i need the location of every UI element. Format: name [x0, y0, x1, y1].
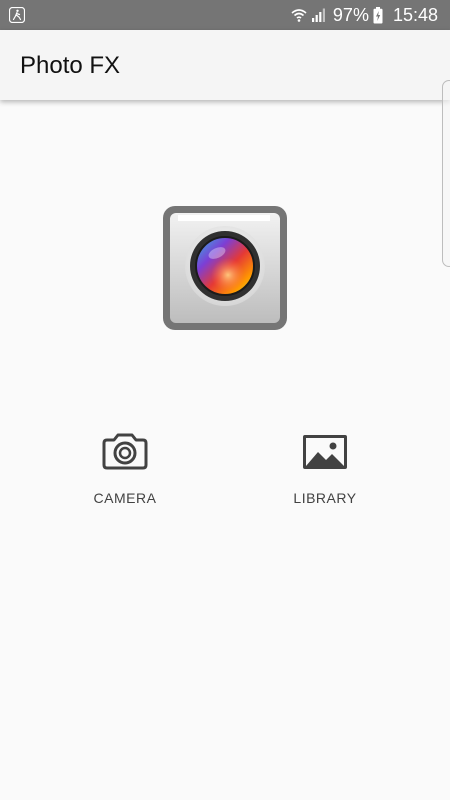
camera-lens-logo-icon — [163, 206, 287, 330]
status-right-cluster: 97% 15:48 — [291, 0, 438, 30]
camera-icon — [102, 433, 148, 470]
wifi-icon — [291, 9, 307, 22]
app-bar: Photo FX — [0, 30, 450, 100]
status-time: 15:48 — [392, 4, 438, 25]
battery-percent: 97% — [332, 4, 369, 25]
camera-label: CAMERA — [93, 490, 157, 506]
edge-panel-handle[interactable] — [442, 80, 450, 267]
status-bar: 97% 15:48 — [0, 0, 450, 30]
app-notification-icon — [9, 7, 25, 23]
battery-charging-icon — [373, 6, 383, 23]
camera-button[interactable]: CAMERA — [65, 420, 185, 520]
library-button[interactable]: LIBRARY — [265, 420, 385, 520]
image-gallery-icon — [303, 435, 347, 469]
library-label: LIBRARY — [293, 490, 357, 506]
app-title: Photo FX — [20, 52, 121, 79]
signal-icon — [311, 8, 325, 22]
